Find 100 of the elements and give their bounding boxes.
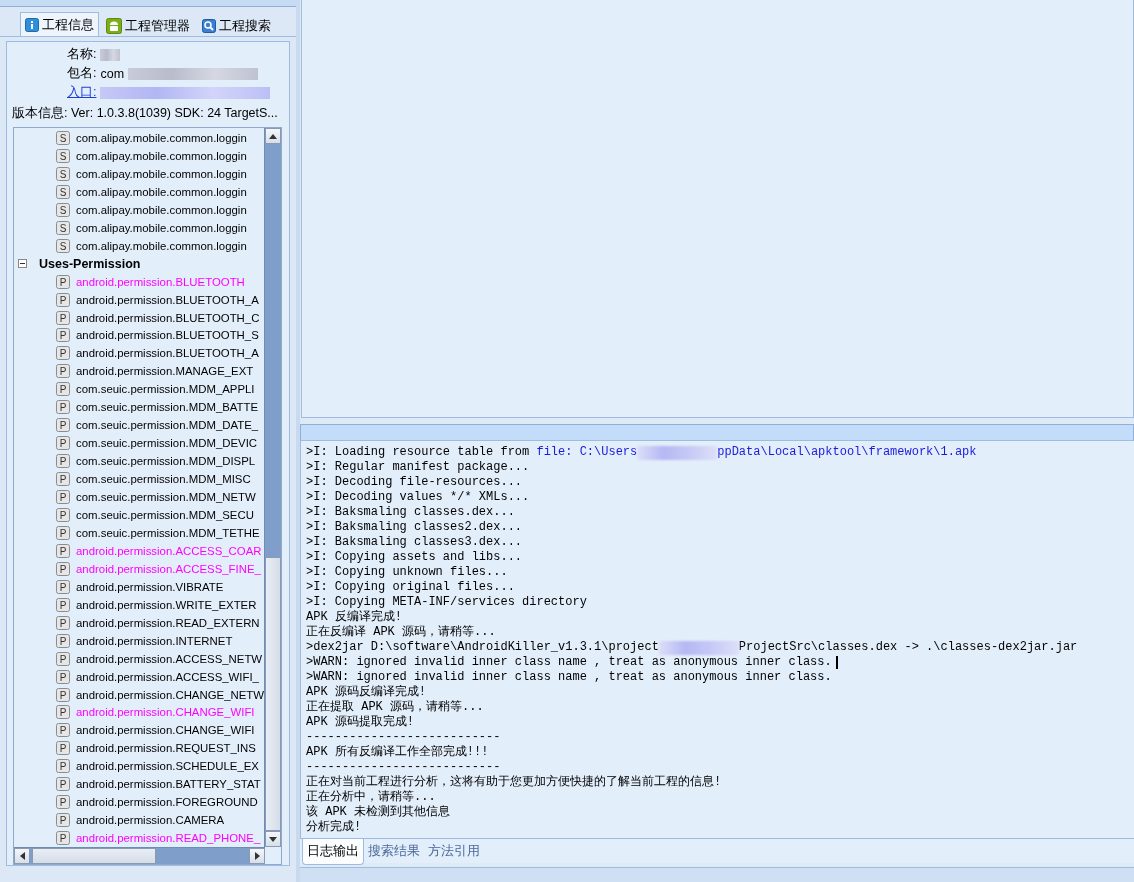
log-text: 正在分析中，请稍等... [306,790,436,805]
log-text: 正在对当前工程进行分析，这将有助于您更加方便快捷的了解当前工程的信息! [306,775,722,790]
tree-item[interactable]: android.permission.CHANGE_WIFI [76,724,255,737]
log-text: APK 源码反编译完成! [306,685,426,700]
tree-item[interactable]: android.permission.BLUETOOTH_A [76,293,259,306]
scroll-right-button[interactable] [249,848,265,864]
file-icon: P [56,759,70,774]
file-icon: S [56,130,70,145]
android-icon [106,17,122,34]
tree-item[interactable]: com.seuic.permission.MDM_NETW [76,491,256,504]
file-icon: P [56,651,70,666]
output-tab[interactable]: 日志输出 [302,839,364,865]
tree-item[interactable]: android.permission.MANAGE_EXT [76,365,254,378]
file-icon: P [56,579,70,594]
tree-item[interactable]: android.permission.WRITE_EXTER [76,598,257,611]
tree-item[interactable]: android.permission.BLUETOOTH_S [76,329,259,342]
tree-item[interactable]: android.permission.BLUETOOTH_C [76,311,260,324]
file-icon: S [56,238,70,253]
log-text: >I: Copying META-INF/services directory [306,595,587,610]
log-text: >WARN: ignored invalid inner class name , treat as anonymous inner class. [306,670,832,685]
tree-item[interactable]: android.permission.REQUEST_INS [76,742,256,755]
tree-item[interactable]: com.seuic.permission.MDM_APPLI [76,383,255,396]
tree-item[interactable]: android.permission.VIBRATE [76,580,224,593]
file-icon: P [56,597,70,612]
file-icon: S [56,166,70,181]
log-text: ProjectSrc\classes.dex -> .\classes-dex2jar.jar [738,640,1078,655]
file-icon: P [56,508,70,522]
log-text: >I: Decoding file-resources... [306,475,523,490]
panel-tab[interactable]: 工程信息 [20,12,99,36]
tree-item[interactable]: com.seuic.permission.MDM_BATTE [76,401,259,414]
file-icon: P [56,813,70,828]
file-icon: P [56,723,70,738]
file-icon: P [56,490,70,505]
file-icon: P [56,328,70,343]
tree-item[interactable]: android.permission.INTERNET [76,634,233,647]
scroll-left-button[interactable] [14,848,30,864]
log-text: APK 所有反编译工作全部完成!!! [306,745,489,760]
collapse-icon[interactable] [18,259,27,269]
scrollbar-thumb[interactable] [32,848,156,864]
log-text: >I: Baksmaling classes3.dex... [306,535,523,550]
panel-tab[interactable]: 工程管理器 [101,14,195,36]
panel-tab[interactable]: 工程搜索 [197,14,276,36]
info-icon [25,17,39,32]
tree-group[interactable]: Uses-Permission [39,256,141,271]
tree-item[interactable]: android.permission.CHANGE_NETW [76,688,264,701]
file-icon: P [56,615,70,630]
log-text: >I: Baksmaling classes2.dex... [306,520,523,535]
tree-item[interactable]: android.permission.SCHEDULE_EX [76,760,259,773]
log-text: >dex2jar D:\software\AndroidKiller_v1.3.1\project [306,640,659,655]
file-icon: P [56,292,70,307]
tree-item[interactable]: com.alipay.mobile.common.loggin [76,239,247,252]
log-text: APK 反编译完成! [306,610,402,625]
log-text: >I: Decoding values */* XMLs... [306,490,530,505]
tree-item[interactable]: android.permission.ACCESS_NETW [76,652,263,665]
field-value: com [100,66,125,81]
tree-item[interactable]: com.seuic.permission.MDM_DATE_ [76,419,259,432]
path-link[interactable]: ppData\Local\apktool\framework\1.apk [717,445,977,460]
file-icon: P [56,687,70,702]
file-icon: P [56,543,70,558]
scroll-up-button[interactable] [265,128,281,144]
tree-item[interactable]: android.permission.BLUETOOTH_A [76,347,259,360]
down-arrow-icon [269,836,277,842]
tree-item[interactable]: android.permission.ACCESS_WIFI_ [76,670,259,683]
tree-item[interactable]: com.alipay.mobile.common.loggin [76,149,247,162]
tree-item[interactable]: com.alipay.mobile.common.loggin [76,131,247,144]
file-icon: P [56,777,70,792]
path-link[interactable]: file: C:\Users [536,445,638,460]
log-text: >I: Baksmaling classes.dex... [306,505,515,520]
field-label: 名称: [67,46,97,63]
output-tab[interactable]: 搜索结果 [364,839,424,864]
scrollbar-thumb[interactable] [265,557,281,831]
tree-item[interactable]: com.seuic.permission.MDM_SECU [76,509,254,521]
tree-item[interactable]: android.permission.FOREGROUND [76,796,258,809]
tree-item[interactable]: com.seuic.permission.MDM_DISPL [76,455,256,468]
tree-item[interactable]: com.seuic.permission.MDM_MISC [76,473,251,486]
tree-item[interactable]: android.permission.READ_EXTERN [76,616,260,629]
file-icon: S [56,202,70,217]
tree-item[interactable]: com.seuic.permission.MDM_TETHE [76,526,260,539]
log-text: >I: Copying assets and libs... [306,550,523,565]
file-icon: S [56,184,70,199]
tree-item[interactable]: com.alipay.mobile.common.loggin [76,203,247,216]
log-text: >I: Loading resource table from [306,445,531,460]
tree-item[interactable]: android.permission.CAMERA [76,814,225,827]
file-icon: P [56,472,70,487]
entry-link[interactable]: 入口: [67,84,97,101]
tree-item[interactable]: com.alipay.mobile.common.loggin [76,185,247,198]
file-icon: P [56,831,70,846]
log-text: >I: Copying original files... [306,580,515,595]
text-cursor [835,656,838,669]
tree-item[interactable]: com.alipay.mobile.common.loggin [76,221,247,234]
scroll-down-button[interactable] [265,831,281,847]
file-icon: P [56,364,70,379]
output-tab[interactable]: 方法引用 [424,839,484,864]
tree-item[interactable]: com.alipay.mobile.common.loggin [76,167,247,180]
up-arrow-icon [269,133,277,139]
file-icon: P [56,418,70,433]
file-icon: P [56,795,70,810]
file-icon: P [56,633,70,648]
tree-item[interactable]: android.permission.BATTERY_STAT [76,778,261,791]
tree-item[interactable]: com.seuic.permission.MDM_DEVIC [76,437,258,450]
